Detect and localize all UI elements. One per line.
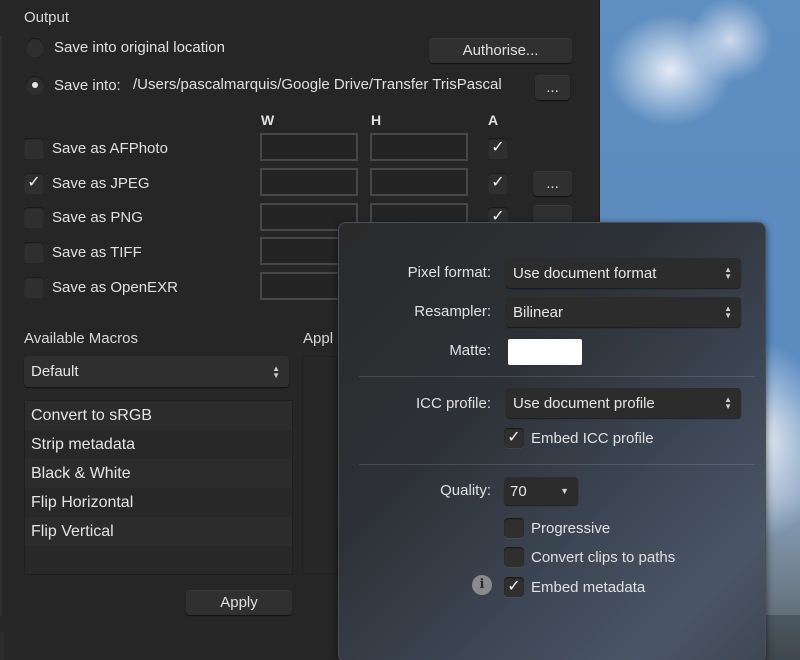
radio-button[interactable] (26, 76, 44, 94)
format-row-png[interactable]: Save as PNG (24, 207, 143, 227)
width-input[interactable] (260, 133, 358, 161)
radio-button[interactable] (26, 38, 44, 56)
checkbox[interactable] (504, 518, 524, 538)
aspect-checkbox[interactable]: ✓ (488, 138, 508, 158)
jpeg-options-popover: Pixel format: Use document format ▲ ▼ Res… (338, 222, 766, 660)
separator (359, 376, 755, 377)
format-row-tiff[interactable]: Save as TIFF (24, 242, 142, 262)
checkbox-checked[interactable]: ✓ (504, 428, 524, 448)
applied-macros-title: Appl (303, 330, 334, 347)
radio-label: Save into original location (54, 38, 225, 56)
matte-label: Matte: (449, 342, 491, 359)
option-label: Convert clips to paths (531, 548, 676, 566)
applied-macros-list[interactable] (302, 356, 338, 574)
format-row-openexr[interactable]: Save as OpenEXR (24, 277, 178, 297)
pixel-format-select[interactable]: Use document format ▲ ▼ (506, 258, 741, 288)
format-label: Save as OpenEXR (52, 278, 178, 296)
checkbox-checked[interactable]: ✓ (504, 577, 524, 597)
embed-icc-option[interactable]: ✓ Embed ICC profile (504, 428, 654, 448)
format-label: Save as AFPhoto (52, 139, 168, 157)
authorise-button[interactable]: Authorise... (429, 38, 572, 63)
convert-clips-option[interactable]: Convert clips to paths (504, 547, 675, 567)
column-height-header: H (371, 112, 382, 128)
radio-save-original[interactable]: Save into original location (26, 38, 225, 56)
format-label: Save as PNG (52, 208, 143, 226)
height-input[interactable] (370, 133, 468, 161)
left-divider (0, 36, 2, 616)
radio-label: Save into: (54, 76, 121, 94)
macro-category-value: Default (31, 363, 79, 380)
column-aspect-header: A (488, 112, 499, 128)
option-label: Progressive (531, 519, 611, 537)
info-icon[interactable]: i (472, 575, 492, 595)
resampler-label: Resampler: (414, 303, 491, 320)
progressive-option[interactable]: Progressive (504, 518, 610, 538)
dropdown-icon: ▼ (560, 486, 569, 496)
checkbox[interactable] (24, 277, 44, 297)
icc-profile-value: Use document profile (513, 394, 655, 412)
embed-metadata-option[interactable]: ✓ Embed metadata (504, 577, 645, 597)
stepper-arrows-icon: ▲ ▼ (272, 363, 280, 380)
option-label: Embed metadata (531, 578, 646, 596)
output-title: Output (24, 9, 70, 26)
matte-color-swatch[interactable] (508, 339, 582, 365)
resampler-select[interactable]: Bilinear ▲ ▼ (506, 297, 741, 327)
quality-combo[interactable]: 70 ▼ (504, 477, 578, 505)
stepper-arrows-icon: ▲ ▼ (724, 304, 732, 320)
column-width-header: W (261, 112, 275, 128)
macro-item[interactable]: Black & White (25, 459, 292, 488)
separator (359, 464, 755, 465)
macro-item[interactable]: Strip metadata (25, 430, 292, 459)
format-label: Save as TIFF (52, 243, 142, 261)
format-row-afphoto[interactable]: Save as AFPhoto (24, 138, 168, 158)
pixel-format-value: Use document format (513, 264, 657, 282)
stepper-arrows-icon: ▲ ▼ (724, 395, 732, 411)
quality-label: Quality: (440, 482, 491, 499)
checkbox[interactable] (504, 547, 524, 567)
quality-value: 70 (510, 482, 527, 500)
height-input[interactable] (370, 168, 468, 196)
width-input[interactable] (260, 168, 358, 196)
macro-item[interactable]: Flip Vertical (25, 517, 292, 546)
macro-category-select[interactable]: Default ▲ ▼ (24, 356, 289, 387)
radio-dot (32, 82, 38, 88)
browse-button[interactable]: ... (535, 75, 570, 100)
format-row-jpeg[interactable]: ✓ Save as JPEG (24, 173, 150, 193)
apply-button[interactable]: Apply (186, 590, 292, 615)
format-label: Save as JPEG (52, 174, 150, 192)
checkbox[interactable] (24, 207, 44, 227)
stepper-arrows-icon: ▲ ▼ (724, 265, 732, 281)
available-macros-title: Available Macros (24, 330, 138, 347)
macro-item[interactable]: Convert to sRGB (25, 401, 292, 430)
resampler-value: Bilinear (513, 303, 564, 321)
checkbox-checked[interactable]: ✓ (24, 173, 44, 193)
macro-item[interactable]: Flip Horizontal (25, 488, 292, 517)
pixel-format-label: Pixel format: (407, 264, 491, 281)
bottom-left-control (0, 632, 4, 660)
checkbox[interactable] (24, 242, 44, 262)
aspect-checkbox[interactable]: ✓ (488, 173, 508, 193)
output-path: /Users/pascalmarquis/Google Drive/Transf… (133, 76, 502, 93)
jpeg-options-button[interactable]: ... (533, 171, 572, 196)
checkbox[interactable] (24, 138, 44, 158)
icc-profile-label: ICC profile: (415, 395, 491, 412)
available-macros-list[interactable]: Convert to sRGB Strip metadata Black & W… (24, 400, 293, 575)
radio-save-into[interactable]: Save into: (26, 76, 121, 94)
icc-profile-select[interactable]: Use document profile ▲ ▼ (506, 388, 741, 418)
option-label: Embed ICC profile (531, 429, 654, 447)
